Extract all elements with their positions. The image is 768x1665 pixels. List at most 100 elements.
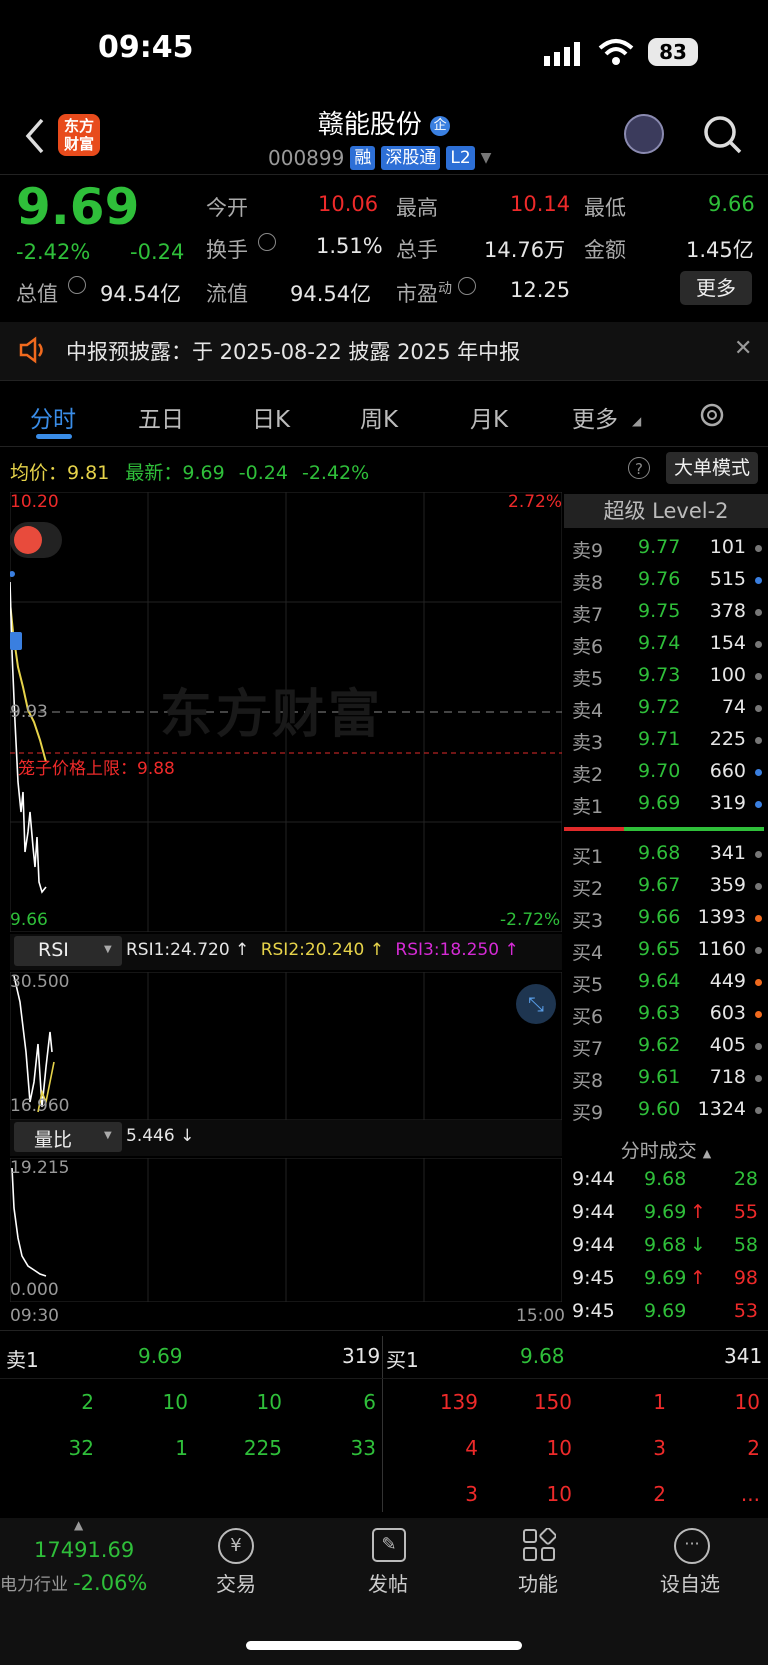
more-button[interactable]: 更多 [680, 271, 752, 305]
rsi-chart[interactable]: 30.500 16.960 ⤡ [10, 972, 562, 1120]
expand-icon[interactable]: ⤡ [516, 984, 556, 1024]
big-order-mode-button[interactable]: 大单模式 [666, 452, 758, 484]
bid-volume: 341 [709, 842, 746, 864]
bid-level-label: 买7 [572, 1038, 604, 1060]
bid-row[interactable]: 买1 9.68 341 [572, 838, 768, 870]
search-icon[interactable] [702, 114, 744, 160]
industry-index-value[interactable]: 17491.69 [34, 1538, 134, 1562]
trades-title[interactable]: 分时成交 ▲ [564, 1136, 768, 1163]
bid-level-label: 买1 [572, 846, 604, 868]
robot-assistant-icon[interactable] [624, 114, 664, 154]
volume-ratio-chart[interactable]: 19.215 0.000 [10, 1158, 562, 1302]
ask-row[interactable]: 卖8 9.76 515 [572, 564, 768, 596]
angry-face-icon[interactable] [10, 522, 62, 558]
buy-queue-cell: 150 [533, 1390, 572, 1414]
rsi-selector[interactable]: RSI ▼ [14, 936, 122, 966]
nav-add-watchlist[interactable]: 设自选 [660, 1568, 720, 1597]
notice-text: 中报预披露：于 2025-08-22 披露 2025 年中报 [66, 340, 521, 364]
bid-price: 9.68 [638, 842, 681, 864]
tab-more[interactable]: 更多 [572, 400, 618, 434]
more-options-icon[interactable]: ··· [674, 1528, 710, 1564]
ask-row[interactable]: 卖9 9.77 101 [572, 532, 768, 564]
bid-row[interactable]: 买4 9.65 1160 [572, 934, 768, 966]
bid-price: 9.65 [638, 938, 681, 960]
ask-volume: 378 [709, 600, 746, 622]
post-icon[interactable]: ✎ [372, 1528, 406, 1562]
ask-row[interactable]: 卖6 9.74 154 [572, 628, 768, 660]
close-icon[interactable]: ✕ [734, 336, 752, 361]
ask-price: 9.70 [638, 760, 681, 782]
nav-function[interactable]: 功能 [518, 1568, 558, 1597]
trade-volume: 98 [733, 1267, 758, 1289]
volume-ratio-selector[interactable]: 量比 ▼ [14, 1122, 122, 1152]
bid-row[interactable]: 买2 9.67 359 [572, 870, 768, 902]
nav-trade[interactable]: 交易 [216, 1568, 256, 1597]
tab-intraday[interactable]: 分时 [30, 400, 76, 434]
ask-row[interactable]: 卖3 9.71 225 [572, 724, 768, 756]
sell-queue-cell: 32 [68, 1436, 94, 1460]
avg-price-info: 均价：9.81 最新：9.69 -0.24 -2.42% [10, 462, 370, 484]
pe-label: 市盈动 [396, 281, 452, 306]
queue-buy-price: 9.68 [520, 1344, 565, 1368]
queue-sell-vol: 319 [342, 1344, 381, 1368]
tab-weekly[interactable]: 周K [360, 400, 398, 434]
buy-queue-cell: 3 [465, 1482, 478, 1506]
cage-limit-label: 笼子价格上限：9.88 [18, 759, 175, 779]
tab-daily[interactable]: 日K [252, 400, 290, 434]
queue-buy-vol: 341 [724, 1344, 763, 1368]
industry-index[interactable]: 电力行业 -2.06% [0, 1570, 147, 1595]
ask-row[interactable]: 卖4 9.72 74 [572, 692, 768, 724]
trade-volume: 58 [733, 1234, 758, 1256]
ask-row[interactable]: 卖2 9.70 660 [572, 756, 768, 788]
order-flag-dot-icon [755, 1107, 762, 1114]
ask-row[interactable]: 卖1 9.69 319 [572, 788, 768, 820]
order-flag-dot-icon [755, 801, 762, 808]
ask-level-label: 卖4 [572, 700, 604, 722]
trade-row: 9:44 9.68 ↓ 58 [572, 1230, 768, 1263]
bid-row[interactable]: 买8 9.61 718 [572, 1062, 768, 1094]
orderbook-title[interactable]: 超级 Level-2 [564, 494, 768, 528]
ask-row[interactable]: 卖5 9.73 100 [572, 660, 768, 692]
chart-pct-top: 2.72% [508, 492, 563, 512]
settings-icon[interactable] [697, 400, 727, 434]
buy-queue-cell: 139 [439, 1390, 478, 1414]
ask-volume: 154 [709, 632, 746, 654]
help-icon[interactable]: ? [628, 457, 650, 479]
trade-row: 9:44 9.69 ↑ 55 [572, 1197, 768, 1230]
function-icon[interactable] [522, 1527, 557, 1562]
stock-code-row[interactable]: 000899 融 深股通 L2 ▼ [268, 146, 491, 170]
high-value: 10.14 [510, 192, 571, 216]
bid-row[interactable]: 买9 9.60 1324 [572, 1094, 768, 1126]
order-flag-dot-icon [755, 577, 762, 584]
low-label: 最低 [584, 196, 626, 220]
bid-price: 9.61 [638, 1066, 681, 1088]
ask-level-label: 卖5 [572, 668, 604, 690]
bid-row[interactable]: 买6 9.63 603 [572, 998, 768, 1030]
ask-price: 9.77 [638, 536, 681, 558]
ask-row[interactable]: 卖7 9.75 378 [572, 596, 768, 628]
bid-row[interactable]: 买3 9.66 1393 [572, 902, 768, 934]
s-marker-icon[interactable] [10, 632, 22, 650]
watermark: 东方财富 [160, 685, 385, 745]
info-icon[interactable] [258, 233, 276, 251]
current-price: 9.69 [16, 178, 140, 236]
order-flag-dot-icon [755, 737, 762, 744]
volume-label: 总手 [396, 238, 438, 262]
bid-price: 9.62 [638, 1034, 681, 1056]
buy-queue-cell: 1 [653, 1390, 666, 1414]
trade-icon[interactable]: ¥ [218, 1528, 254, 1564]
caret-up-icon[interactable]: ▲ [74, 1518, 83, 1532]
info-icon[interactable] [458, 277, 476, 295]
chart-y-top: 10.20 [10, 492, 59, 512]
bid-row[interactable]: 买7 9.62 405 [572, 1030, 768, 1062]
order-flag-dot-icon [755, 915, 762, 922]
bid-volume: 603 [709, 1002, 746, 1024]
pe-value: 12.25 [510, 278, 571, 302]
tab-5day[interactable]: 五日 [138, 400, 184, 434]
info-icon[interactable] [68, 276, 86, 294]
nav-post[interactable]: 发帖 [368, 1568, 408, 1597]
order-flag-dot-icon [755, 545, 762, 552]
intraday-chart[interactable]: 东方财富 10.20 2.72% 9.93 笼子价格上限：9.88 9.66 -… [10, 492, 562, 932]
bid-row[interactable]: 买5 9.64 449 [572, 966, 768, 998]
tab-monthly[interactable]: 月K [470, 400, 508, 434]
